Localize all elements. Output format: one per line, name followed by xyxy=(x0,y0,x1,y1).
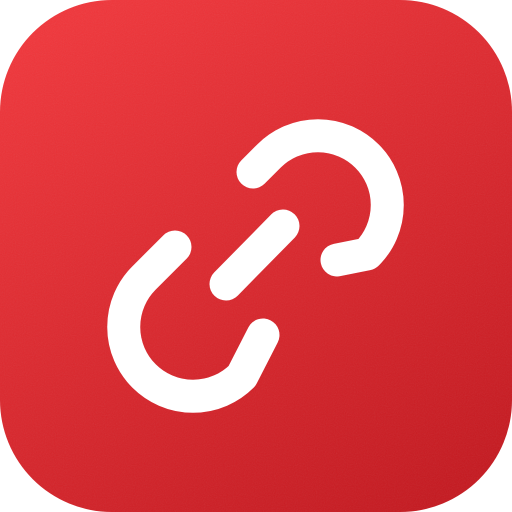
app-icon-graphic xyxy=(0,0,512,512)
app-icon[interactable] xyxy=(0,0,512,512)
